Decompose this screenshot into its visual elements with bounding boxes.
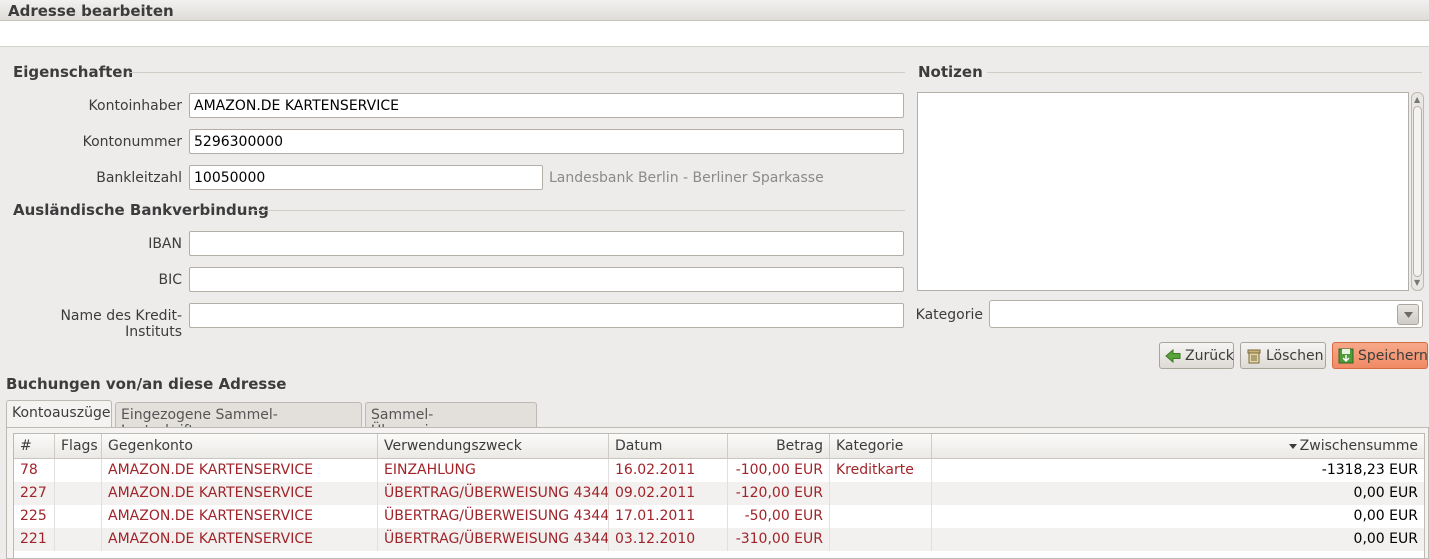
row-flags (55, 528, 102, 551)
bank-code-input[interactable] (189, 165, 543, 190)
window-titlebar: Adresse bearbeiten (0, 0, 1429, 21)
toolbar-area (0, 21, 1429, 47)
institute-input[interactable] (189, 303, 904, 328)
scrollbar-thumb[interactable] (1413, 106, 1422, 277)
bank-code-label: Bankleitzahl (96, 170, 182, 186)
row-category: Kreditkarte (830, 459, 932, 482)
col-purpose[interactable]: Verwendungszweck (378, 434, 609, 458)
iban-input[interactable] (189, 231, 904, 256)
row-category (830, 482, 932, 505)
row-date: 17.01.2011 (609, 505, 728, 528)
row-subtotal: 0,00 EUR (1353, 508, 1418, 524)
notes-scrollbar[interactable]: ▲ ▼ (1411, 92, 1424, 291)
row-amount: -120,00 EUR (728, 482, 830, 505)
row-account: AMAZON.DE KARTENSERVICE (102, 482, 378, 505)
window-title: Adresse bearbeiten (8, 2, 174, 20)
combo-dropdown-button[interactable] (1397, 304, 1419, 325)
row-id: 221 (14, 528, 55, 551)
scroll-down-icon[interactable]: ▼ (1414, 278, 1420, 287)
trash-icon (1247, 349, 1261, 363)
bank-name-text: Landesbank Berlin - Berliner Sparkasse (549, 170, 824, 186)
row-date: 16.02.2011 (609, 459, 728, 482)
row-account: AMAZON.DE KARTENSERVICE (102, 459, 378, 482)
notes-textarea[interactable] (917, 92, 1409, 291)
row-purpose: ÜBERTRAG/ÜBERWEISUNG 4344 9 (378, 505, 609, 528)
row-category (830, 528, 932, 551)
chevron-down-icon (1404, 312, 1413, 318)
row-flags (55, 459, 102, 482)
table-row[interactable]: 227 AMAZON.DE KARTENSERVICE ÜBERTRAG/ÜBE… (14, 482, 1424, 505)
row-flags (55, 482, 102, 505)
row-amount: -100,00 EUR (728, 459, 830, 482)
properties-divider (130, 72, 905, 73)
back-button-label: Zurück (1185, 347, 1234, 364)
category-combo[interactable] (989, 300, 1423, 328)
col-category[interactable]: Kategorie (830, 434, 932, 458)
table-row[interactable]: 225 AMAZON.DE KARTENSERVICE ÜBERTRAG/ÜBE… (14, 505, 1424, 528)
iban-label: IBAN (148, 236, 182, 252)
col-subtotal-label: Zwischensumme (1299, 438, 1418, 454)
scroll-up-icon[interactable]: ▲ (1414, 95, 1420, 104)
delete-button-label: Löschen (1266, 347, 1324, 364)
col-number[interactable]: # (14, 434, 55, 458)
tab-kontoauszuege[interactable]: Kontoauszüge (6, 400, 112, 428)
bookings-title: Buchungen von/an diese Adresse (6, 375, 287, 393)
tab-sammel-ueberweisungen[interactable]: Sammel-Überweisungen (365, 402, 537, 439)
row-purpose: ÜBERTRAG/ÜBERWEISUNG 4344 9 (378, 528, 609, 551)
green-left-arrow-icon (1165, 348, 1181, 363)
table-row[interactable]: 221 AMAZON.DE KARTENSERVICE ÜBERTRAG/ÜBE… (14, 528, 1424, 551)
row-date: 03.12.2010 (609, 528, 728, 551)
row-date: 09.02.2011 (609, 482, 728, 505)
tab-sammel-lastschriften[interactable]: Eingezogene Sammel-Lastschriften (115, 402, 362, 439)
account-number-input[interactable] (189, 129, 904, 154)
row-id: 227 (14, 482, 55, 505)
row-purpose: ÜBERTRAG/ÜBERWEISUNG 4344 9 (378, 482, 609, 505)
delete-button[interactable]: Löschen (1240, 342, 1326, 369)
col-subtotal[interactable]: Zwischensumme (932, 434, 1424, 458)
row-subtotal: 0,00 EUR (1353, 531, 1418, 547)
save-button-label: Speichern (1358, 347, 1428, 364)
table-row[interactable]: 78 AMAZON.DE KARTENSERVICE EINZAHLUNG 16… (14, 459, 1424, 482)
row-amount: -310,00 EUR (728, 528, 830, 551)
bookings-table[interactable]: # Flags Gegenkonto Verwendungszweck Datu… (13, 433, 1425, 559)
account-number-label: Kontonummer (82, 134, 182, 150)
row-amount: -50,00 EUR (728, 505, 830, 528)
table-header: # Flags Gegenkonto Verwendungszweck Datu… (14, 434, 1424, 459)
back-button[interactable]: Zurück (1159, 342, 1234, 369)
account-holder-label: Kontoinhaber (88, 98, 182, 114)
row-id: 78 (14, 459, 55, 482)
institute-label: Name des Kredit-Instituts (60, 308, 182, 340)
col-flags[interactable]: Flags (55, 434, 102, 458)
category-label: Kategorie (915, 307, 983, 323)
col-date[interactable]: Datum (609, 434, 728, 458)
bic-input[interactable] (189, 267, 904, 292)
row-category (830, 505, 932, 528)
save-button[interactable]: Speichern (1332, 342, 1428, 369)
col-counter-account[interactable]: Gegenkonto (102, 434, 378, 458)
properties-title: Eigenschaften (13, 63, 134, 81)
notes-divider (987, 72, 1422, 73)
foreign-bank-title: Ausländische Bankverbindung (13, 201, 269, 219)
row-account: AMAZON.DE KARTENSERVICE (102, 528, 378, 551)
account-holder-input[interactable] (189, 93, 904, 118)
row-subtotal: 0,00 EUR (1353, 485, 1418, 501)
row-flags (55, 505, 102, 528)
row-subtotal: -1318,23 EUR (1321, 462, 1418, 478)
row-id: 225 (14, 505, 55, 528)
foreign-bank-divider (250, 210, 905, 211)
notes-title: Notizen (918, 63, 983, 81)
bic-label: BIC (158, 272, 182, 288)
col-amount[interactable]: Betrag (728, 434, 830, 458)
save-icon (1338, 348, 1354, 363)
row-purpose: EINZAHLUNG (378, 459, 609, 482)
sort-descending-icon (1288, 443, 1297, 449)
row-account: AMAZON.DE KARTENSERVICE (102, 505, 378, 528)
